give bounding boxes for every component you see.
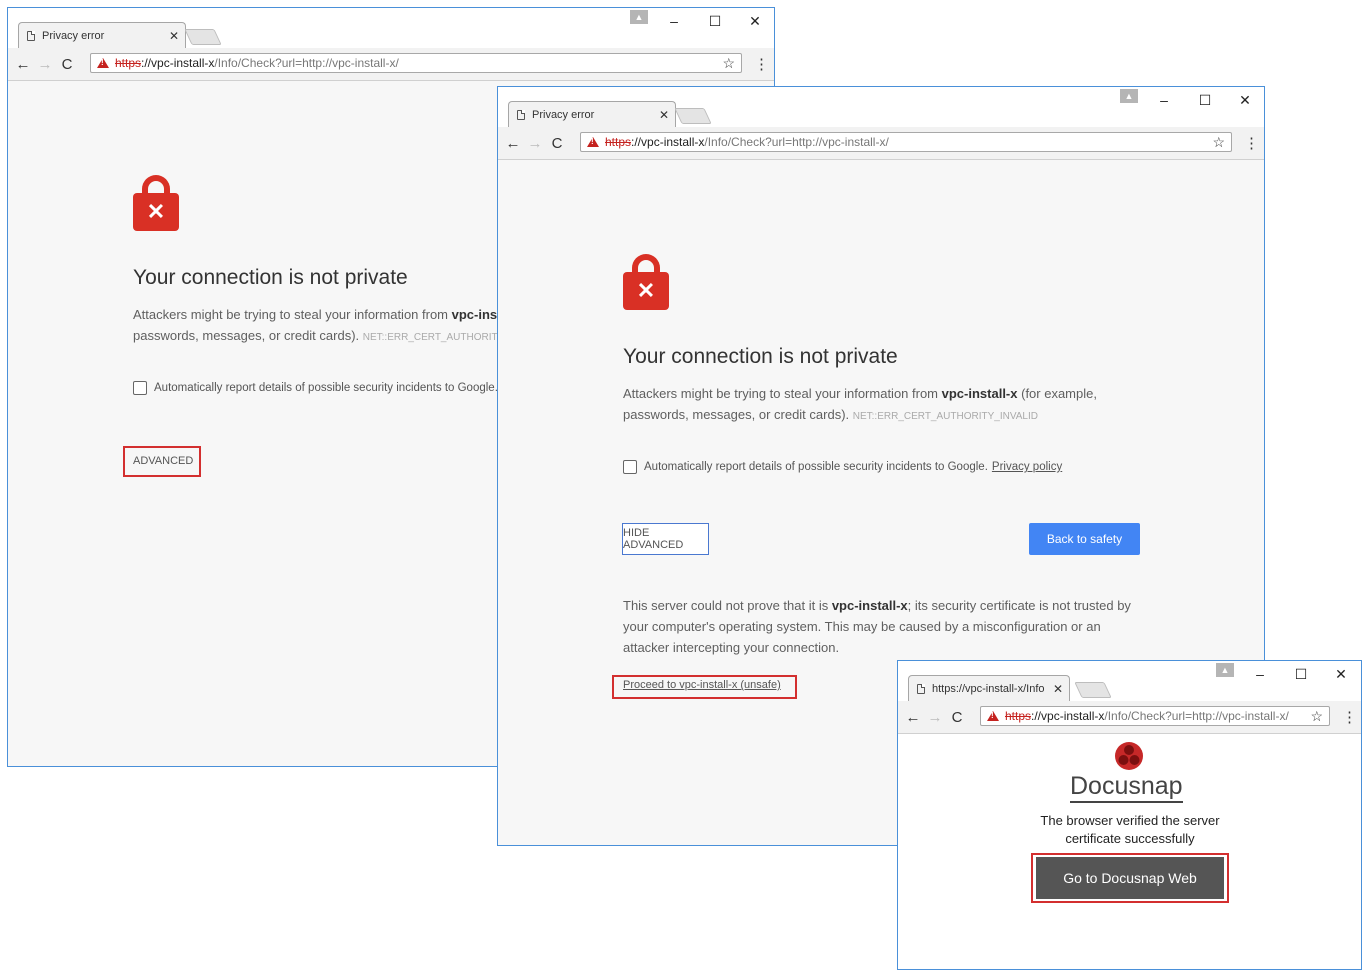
back-icon[interactable]: ← [12, 56, 34, 73]
url-path: /Info/Check?url=http://vpc-install-x/ [704, 135, 889, 149]
maximize-button[interactable]: ☐ [1291, 666, 1311, 683]
address-bar[interactable]: https://vpc-install-x/Info/Check?url=htt… [980, 706, 1330, 726]
new-tab-button[interactable] [674, 108, 712, 124]
address-bar[interactable]: https://vpc-install-x/Info/Check?url=htt… [580, 132, 1232, 152]
reload-icon[interactable]: C [546, 135, 568, 152]
warning-icon [987, 711, 999, 721]
tab-title: Privacy error [532, 109, 595, 121]
maximize-button[interactable]: ☐ [1195, 92, 1215, 109]
privacy-policy-link[interactable]: Privacy policy [992, 461, 1062, 473]
report-checkbox[interactable]: Automatically report details of possible… [133, 381, 498, 395]
tab-title: Privacy error [42, 30, 105, 42]
new-tab-button[interactable] [184, 29, 222, 45]
highlight-box [123, 446, 201, 477]
error-code: NET::ERR_CERT_AUTHORITY_INVALID [852, 411, 1038, 422]
details-text: This server could not prove that it is v… [623, 595, 1243, 658]
forward-icon[interactable]: → [924, 709, 946, 726]
close-window-button[interactable]: ✕ [1331, 666, 1351, 683]
verification-message: The browser verified the server certific… [1040, 813, 1220, 846]
details-line2: your computer's operating system. This m… [623, 619, 1101, 634]
bookmark-star-icon[interactable]: ☆ [1212, 134, 1225, 151]
bookmark-star-icon[interactable]: ☆ [1310, 708, 1323, 725]
explanation-text: Attackers might be trying to steal your … [623, 386, 942, 401]
browser-window-3: https://vpc-install-x/Info ✕ ▲ – ☐ ✕ ← →… [897, 660, 1362, 970]
document-icon [517, 110, 525, 120]
menu-icon[interactable]: ⋮ [754, 55, 769, 73]
new-tab-button[interactable] [1074, 682, 1112, 698]
url-host: ://vpc-install-x [141, 56, 215, 70]
minimize-button[interactable]: – [664, 13, 684, 29]
reload-icon[interactable]: C [56, 56, 78, 73]
url-host: ://vpc-install-x [1031, 709, 1105, 723]
toolbar: ← → C https://vpc-install-x/Info/Check?u… [898, 701, 1361, 734]
highlight-box [1031, 853, 1229, 903]
url-scheme: https [115, 56, 142, 70]
lock-error-icon: ✕ [133, 175, 179, 231]
report-checkbox[interactable]: Automatically report details of possible… [623, 460, 1062, 474]
url-host: ://vpc-install-x [631, 135, 705, 149]
browser-tab[interactable]: https://vpc-install-x/Info ✕ [908, 675, 1070, 702]
url-path: /Info/Check?url=http://vpc-install-x/ [1104, 709, 1289, 723]
explanation-suffix: (for example, [1017, 386, 1097, 401]
document-icon [27, 31, 35, 41]
details-host: vpc-install-x [831, 598, 908, 613]
error-code: NET::ERR_CERT_AUTHORITY_I [362, 332, 513, 343]
url-scheme: https [605, 135, 632, 149]
url-path: /Info/Check?url=http://vpc-install-x/ [214, 56, 399, 70]
address-bar[interactable]: https://vpc-install-x/Info/Check?url=htt… [90, 53, 742, 73]
close-tab-icon[interactable]: ✕ [169, 29, 179, 43]
lock-error-icon: ✕ [623, 254, 669, 310]
back-icon[interactable]: ← [902, 709, 924, 726]
profile-icon[interactable]: ▲ [1216, 663, 1234, 677]
maximize-button[interactable]: ☐ [705, 13, 725, 30]
explanation-text: Attackers might be trying to steal your … [133, 307, 452, 322]
details-rest: ; its security certificate is not truste… [907, 598, 1131, 613]
forward-icon[interactable]: → [34, 56, 56, 73]
explanation: Attackers might be trying to steal your … [623, 383, 1243, 427]
profile-icon[interactable]: ▲ [630, 10, 648, 24]
docusnap-logo-icon [1115, 742, 1143, 770]
minimize-button[interactable]: – [1154, 92, 1174, 108]
browser-tab[interactable]: Privacy error ✕ [508, 101, 676, 128]
profile-icon[interactable]: ▲ [1120, 89, 1138, 103]
checkbox[interactable] [133, 381, 147, 395]
back-to-safety-button[interactable]: Back to safety [1029, 523, 1140, 555]
details-line3: attacker intercepting your connection. [623, 640, 840, 655]
brand-name: Docusnap [1070, 772, 1183, 803]
tab-title: https://vpc-install-x/Info [932, 683, 1045, 695]
checkbox-label: Automatically report details of possible… [154, 382, 498, 394]
close-tab-icon[interactable]: ✕ [1053, 682, 1063, 696]
menu-icon[interactable]: ⋮ [1342, 708, 1357, 726]
toolbar: ← → C https://vpc-install-x/Info/Check?u… [8, 48, 774, 81]
close-window-button[interactable]: ✕ [745, 13, 765, 30]
toolbar: ← → C https://vpc-install-x/Info/Check?u… [498, 127, 1264, 160]
reload-icon[interactable]: C [946, 709, 968, 726]
warning-icon [97, 58, 109, 68]
page-title: Your connection is not private [623, 345, 898, 368]
page-title: Your connection is not private [133, 266, 408, 289]
minimize-button[interactable]: – [1250, 666, 1270, 682]
hide-advanced-button[interactable]: HIDE ADVANCED [622, 523, 709, 555]
checkbox-label: Automatically report details of possible… [644, 461, 988, 473]
explanation-line2: passwords, messages, or credit cards). [133, 328, 360, 343]
back-icon[interactable]: ← [502, 135, 524, 152]
menu-icon[interactable]: ⋮ [1244, 134, 1259, 152]
explanation-host: vpc-install-x [941, 386, 1018, 401]
close-window-button[interactable]: ✕ [1235, 92, 1255, 109]
checkbox[interactable] [623, 460, 637, 474]
bookmark-star-icon[interactable]: ☆ [722, 55, 735, 72]
browser-tab[interactable]: Privacy error ✕ [18, 22, 186, 49]
document-icon [917, 684, 925, 694]
highlight-box [612, 675, 797, 699]
details-prefix: This server could not prove that it is [623, 598, 832, 613]
explanation-line2: passwords, messages, or credit cards). [623, 407, 850, 422]
explanation-host: vpc-ins [451, 307, 498, 322]
warning-icon [587, 137, 599, 147]
close-tab-icon[interactable]: ✕ [659, 108, 669, 122]
url-scheme: https [1005, 709, 1032, 723]
forward-icon[interactable]: → [524, 135, 546, 152]
